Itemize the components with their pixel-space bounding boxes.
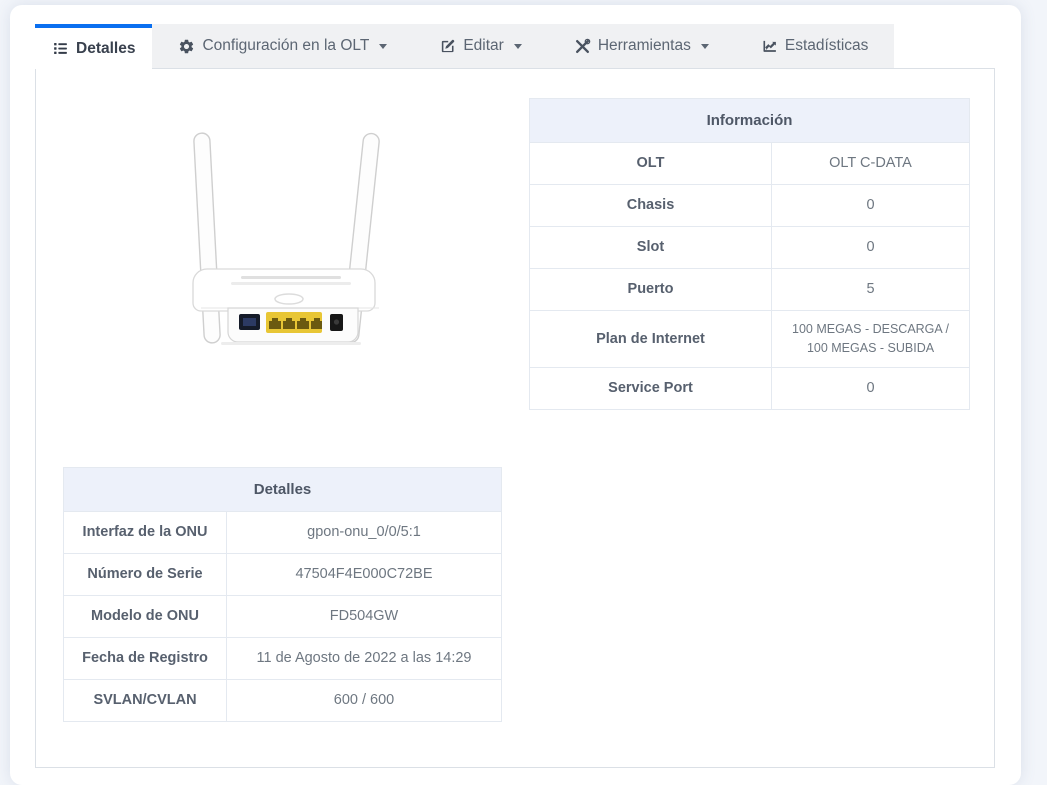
tab-herramientas[interactable]: Herramientas xyxy=(548,24,735,68)
row-label: SVLAN/CVLAN xyxy=(64,680,227,722)
table-row: Puerto 5 xyxy=(530,269,970,311)
row-value: FD504GW xyxy=(227,596,502,638)
row-label: Chasis xyxy=(530,185,772,227)
row-value: OLT C-DATA xyxy=(772,143,970,185)
table-row: Interfaz de la ONU gpon-onu_0/0/5:1 xyxy=(64,512,502,554)
tab-estadisticas[interactable]: Estadísticas xyxy=(735,24,895,68)
table-row: Modelo de ONU FD504GW xyxy=(64,596,502,638)
tab-editar-label: Editar xyxy=(463,37,504,55)
row-value: 0 xyxy=(772,368,970,410)
row-value: 11 de Agosto de 2022 a las 14:29 xyxy=(227,638,502,680)
table-row: SVLAN/CVLAN 600 / 600 xyxy=(64,680,502,722)
onu-detail-card: Detalles Configuración en la OLT Editar … xyxy=(10,5,1021,785)
tab-detalles-label: Detalles xyxy=(76,40,135,58)
row-label: Plan de Internet xyxy=(530,311,772,368)
row-label: Interfaz de la ONU xyxy=(64,512,227,554)
tab-estadisticas-label: Estadísticas xyxy=(785,37,869,55)
list-icon xyxy=(52,40,69,57)
chevron-down-icon xyxy=(379,44,387,49)
row-value: gpon-onu_0/0/5:1 xyxy=(227,512,502,554)
table-row: Plan de Internet 100 MEGAS - DESCARGA / … xyxy=(530,311,970,368)
tools-icon xyxy=(574,38,591,55)
row-label: Fecha de Registro xyxy=(64,638,227,680)
onu-router-photo xyxy=(171,123,411,358)
tab-content-pane: Información OLT OLT C-DATA Chasis 0 Slot… xyxy=(35,68,995,768)
chevron-down-icon xyxy=(514,44,522,49)
edit-icon xyxy=(439,38,456,55)
tab-configuracion-olt[interactable]: Configuración en la OLT xyxy=(152,24,413,68)
chart-line-icon xyxy=(761,38,778,55)
row-value: 47504F4E000C72BE xyxy=(227,554,502,596)
table-row: Slot 0 xyxy=(530,227,970,269)
row-value: 100 MEGAS - DESCARGA / 100 MEGAS - SUBID… xyxy=(772,311,970,368)
row-value: 600 / 600 xyxy=(227,680,502,722)
table-row: Chasis 0 xyxy=(530,185,970,227)
table-row: OLT OLT C-DATA xyxy=(530,143,970,185)
row-label: Modelo de ONU xyxy=(64,596,227,638)
tab-bar: Detalles Configuración en la OLT Editar … xyxy=(35,24,995,68)
table-row: Fecha de Registro 11 de Agosto de 2022 a… xyxy=(64,638,502,680)
row-label: Slot xyxy=(530,227,772,269)
row-value: 0 xyxy=(772,227,970,269)
tab-detalles[interactable]: Detalles xyxy=(35,24,152,69)
table-row: Service Port 0 xyxy=(530,368,970,410)
row-label: Puerto xyxy=(530,269,772,311)
tabs-area: Detalles Configuración en la OLT Editar … xyxy=(35,24,995,768)
row-label: Service Port xyxy=(530,368,772,410)
table-row: Número de Serie 47504F4E000C72BE xyxy=(64,554,502,596)
tab-configuracion-olt-label: Configuración en la OLT xyxy=(202,37,369,55)
row-label: OLT xyxy=(530,143,772,185)
tab-editar[interactable]: Editar xyxy=(413,24,548,68)
tab-herramientas-label: Herramientas xyxy=(598,37,691,55)
detalles-table-title: Detalles xyxy=(64,468,502,512)
antenna-left xyxy=(194,133,221,344)
row-label: Número de Serie xyxy=(64,554,227,596)
detalles-table: Detalles Interfaz de la ONU gpon-onu_0/0… xyxy=(63,467,502,722)
gear-icon xyxy=(178,38,195,55)
row-value: 0 xyxy=(772,185,970,227)
informacion-table-title: Información xyxy=(530,99,970,143)
informacion-table: Información OLT OLT C-DATA Chasis 0 Slot… xyxy=(529,98,970,410)
row-value: 5 xyxy=(772,269,970,311)
chevron-down-icon xyxy=(701,44,709,49)
